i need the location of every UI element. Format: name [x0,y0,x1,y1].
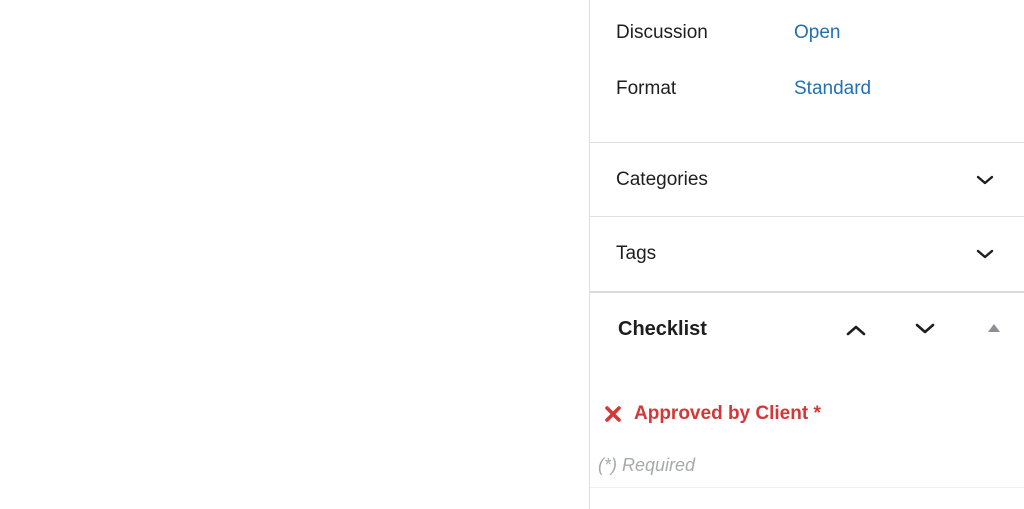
categories-panel-toggle[interactable]: Categories [590,143,1024,217]
settings-sidebar: Discussion Open Format Standard Categori… [589,0,1024,509]
chevron-down-icon [914,322,936,336]
checklist-item-label: Approved by Client * [634,403,821,424]
x-icon [602,403,624,425]
categories-panel-title: Categories [616,169,708,190]
chevron-down-icon [974,243,996,265]
chevron-up-icon [845,323,867,337]
discussion-label: Discussion [616,22,708,43]
triangle-up-icon [987,323,1001,333]
divider [590,487,1024,488]
divider [590,291,1024,293]
checklist-panel-header: Checklist [590,294,1024,366]
format-row: Format Standard [616,78,871,100]
discussion-toggle[interactable]: Open [794,22,840,44]
format-toggle[interactable]: Standard [794,78,871,100]
discussion-row: Discussion Open [616,22,840,44]
move-down-button[interactable] [910,314,940,344]
required-note: (*) Required [598,455,696,475]
checklist-item: Approved by Client * [602,403,821,425]
format-label: Format [616,78,677,99]
tags-panel-toggle[interactable]: Tags [590,217,1024,291]
move-up-button[interactable] [841,315,871,345]
checklist-panel-title: Checklist [618,318,707,340]
app-canvas: Discussion Open Format Standard Categori… [0,0,1024,509]
collapse-panel-button[interactable] [979,313,1009,343]
tags-panel-title: Tags [616,243,657,264]
chevron-down-icon [974,169,996,191]
editor-canvas[interactable] [0,0,589,509]
